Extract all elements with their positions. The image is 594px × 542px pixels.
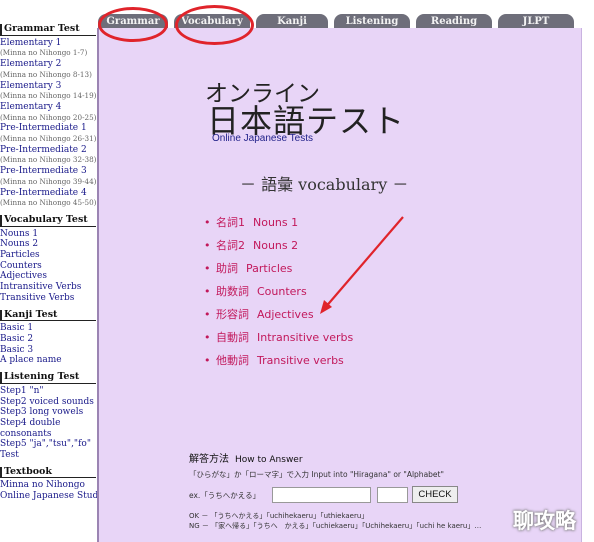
red-arrow-annotation: [320, 216, 404, 314]
watermark-logo: 聊攻略: [513, 509, 576, 533]
